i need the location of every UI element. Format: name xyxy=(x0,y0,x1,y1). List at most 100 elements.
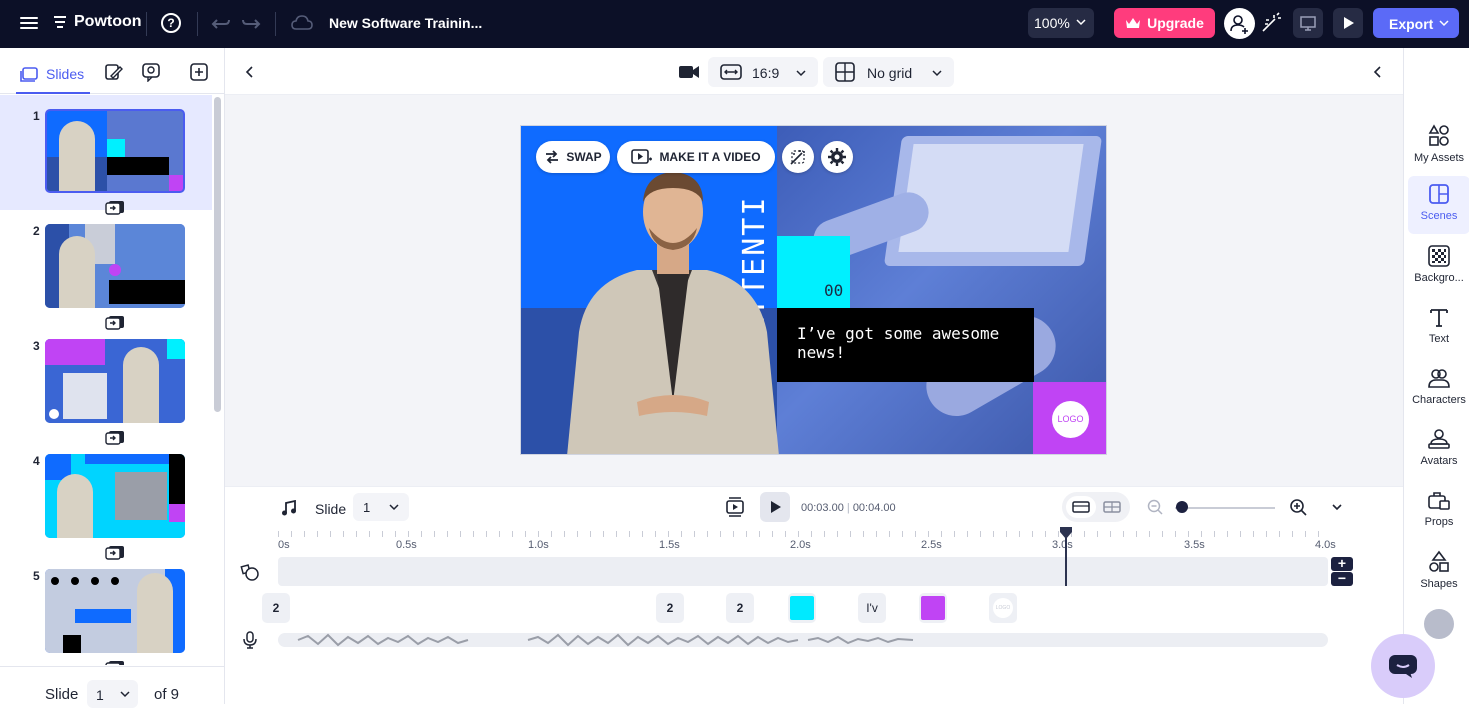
slide-canvas[interactable]: ATTENTI 00 I’ve got some awesome news! L… xyxy=(520,125,1107,455)
collapse-left-panel-icon[interactable] xyxy=(245,65,255,79)
sidebar-item-label: Props xyxy=(1424,516,1454,528)
make-it-a-video-button[interactable]: MAKE IT A VIDEO xyxy=(617,141,775,173)
aspect-ratio-select[interactable]: 16:9 xyxy=(708,57,818,87)
timeline-layer-chip[interactable]: 2 xyxy=(726,593,754,623)
timeline-slide-label: Slide xyxy=(315,501,347,517)
logo-placeholder[interactable]: LOGO xyxy=(1052,401,1089,438)
shapes-layer-icon[interactable] xyxy=(240,562,260,582)
laptop-screen xyxy=(898,144,1084,252)
presenter-character[interactable] xyxy=(557,162,789,455)
sidebar-item-label: Avatars xyxy=(1420,455,1458,467)
audio-track[interactable] xyxy=(278,633,1328,647)
upgrade-button[interactable]: Upgrade xyxy=(1114,8,1215,38)
tick-label: 0s xyxy=(278,539,290,551)
app-logo[interactable]: Powtoon xyxy=(52,13,142,31)
settings-button[interactable] xyxy=(821,141,853,173)
grid-select[interactable]: No grid xyxy=(823,57,954,87)
slide-number: 3 xyxy=(33,339,40,353)
playhead-handle-icon[interactable] xyxy=(1058,527,1074,539)
shapes-icon xyxy=(1429,550,1449,572)
sidebar-item-characters[interactable]: Characters xyxy=(1408,360,1469,418)
hamburger-menu-icon[interactable] xyxy=(20,14,38,34)
timeline-layer-chip[interactable]: I'v xyxy=(858,593,886,623)
zoom-select[interactable]: 100% xyxy=(1028,8,1094,38)
slide-number: 2 xyxy=(33,224,40,238)
tick-label: 3.0s xyxy=(1052,539,1073,551)
magic-edit-button[interactable] xyxy=(782,141,814,173)
props-icon xyxy=(1428,492,1450,510)
slide-thumbnail[interactable] xyxy=(45,109,185,193)
present-button[interactable] xyxy=(1293,8,1323,38)
sidebar-item-scenes[interactable]: Scenes xyxy=(1408,176,1469,234)
upgrade-label: Upgrade xyxy=(1147,15,1204,31)
timeline-zoom-slider[interactable] xyxy=(1175,507,1275,509)
zoom-out-icon[interactable] xyxy=(1147,499,1163,515)
music-icon[interactable] xyxy=(281,500,297,516)
divider xyxy=(146,12,147,36)
split-view-icon xyxy=(1103,501,1121,513)
undo-icon[interactable] xyxy=(210,12,232,34)
invite-user-button[interactable] xyxy=(1224,8,1255,39)
slide-thumbnail[interactable] xyxy=(45,454,185,538)
microphone-icon[interactable] xyxy=(243,631,257,649)
slide-list: 1 2 3 4 5 xyxy=(0,95,212,665)
tick-label: 1.0s xyxy=(528,539,549,551)
slide-thumbnail[interactable] xyxy=(45,339,185,423)
split-view-button[interactable] xyxy=(1098,496,1126,518)
transition-icon[interactable] xyxy=(105,659,125,665)
slide-thumb-row[interactable]: 3 xyxy=(0,325,212,445)
timeline-slide-select[interactable]: 1 xyxy=(353,493,409,521)
slide-thumb-row[interactable]: 5 xyxy=(0,555,212,665)
slide-thumb-row[interactable]: 1 xyxy=(0,95,212,215)
crown-icon xyxy=(1126,18,1141,28)
presentation-icon xyxy=(1300,16,1316,31)
add-time-button[interactable]: + xyxy=(1331,556,1353,571)
project-title[interactable]: New Software Trainin... xyxy=(329,15,482,31)
timeline-layer-chip[interactable]: 2 xyxy=(656,593,684,623)
slide-thumb-row[interactable]: 4 xyxy=(0,440,212,560)
play-from-start-icon[interactable] xyxy=(725,497,745,517)
video-camera-icon[interactable] xyxy=(678,64,700,80)
single-view-button[interactable] xyxy=(1066,496,1096,518)
sidebar-item-avatars[interactable]: Avatars xyxy=(1408,421,1469,479)
timeline-layer-chip[interactable]: 2 xyxy=(262,593,290,623)
comments-icon[interactable] xyxy=(141,62,161,82)
notes-icon[interactable] xyxy=(103,62,123,82)
pager-slide-value: 1 xyxy=(96,687,104,703)
add-slide-icon[interactable] xyxy=(189,62,209,82)
sidebar-item-text[interactable]: Text xyxy=(1408,299,1469,357)
chevron-down-icon xyxy=(1439,20,1449,27)
slide-thumbnail[interactable] xyxy=(45,224,185,308)
caption-text[interactable]: I’ve got some awesome news! xyxy=(797,324,1027,362)
support-chat-button[interactable] xyxy=(1371,634,1435,698)
slide-track[interactable] xyxy=(278,557,1328,586)
timeline-zoom-knob[interactable] xyxy=(1176,501,1188,513)
swap-button[interactable]: SWAP xyxy=(536,141,610,173)
sidebar-item-label: My Assets xyxy=(1413,152,1465,164)
sidebar-item-shapes[interactable]: Shapes xyxy=(1408,544,1469,602)
timeline-play-button[interactable] xyxy=(760,492,790,522)
magic-wand-icon[interactable] xyxy=(1260,12,1282,34)
sidebar-item-background[interactable]: Backgro... xyxy=(1408,238,1469,296)
single-view-icon xyxy=(1072,501,1090,513)
timeline-layer-chip[interactable]: LOGO xyxy=(989,593,1017,623)
more-assets-thumb[interactable] xyxy=(1424,609,1454,639)
slide-thumbnail[interactable] xyxy=(45,569,185,653)
sidebar-item-my-assets[interactable]: My Assets xyxy=(1408,118,1469,176)
slide-number: 4 xyxy=(33,454,40,468)
help-icon[interactable]: ? xyxy=(161,13,181,33)
sidebar-item-props[interactable]: Props xyxy=(1408,482,1469,540)
zoom-in-icon[interactable] xyxy=(1289,498,1307,516)
redo-icon[interactable] xyxy=(240,12,262,34)
tab-slides[interactable]: Slides xyxy=(16,56,90,94)
cyan-block-text[interactable]: 00 xyxy=(824,281,843,300)
export-button[interactable]: Export xyxy=(1373,8,1459,38)
slide-thumb-row[interactable]: 2 xyxy=(0,210,212,330)
collapse-right-panel-icon[interactable] xyxy=(1373,65,1383,79)
slide-list-scrollbar[interactable] xyxy=(214,97,221,412)
preview-play-button[interactable] xyxy=(1333,8,1363,38)
remove-time-button[interactable]: − xyxy=(1331,571,1353,586)
time-ruler[interactable]: 0s 0.5s 1.0s 1.5s 2.0s 2.5s 3.0s 3.5s 4.… xyxy=(278,527,1336,557)
video-play-icon xyxy=(631,149,653,164)
chevron-down-icon[interactable] xyxy=(1331,501,1343,513)
